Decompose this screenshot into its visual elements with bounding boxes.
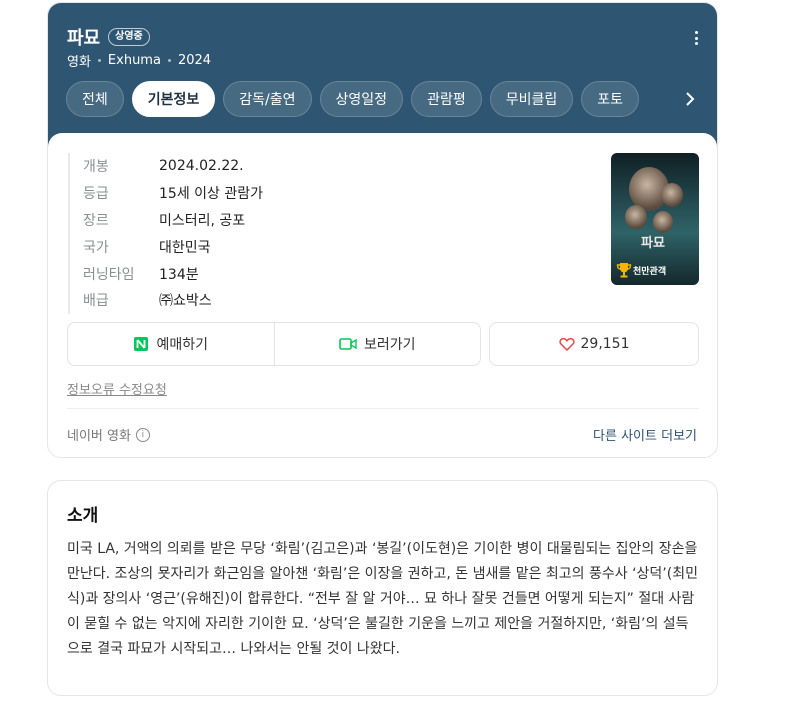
chevron-right-icon	[686, 92, 695, 106]
more-vertical-icon[interactable]	[691, 29, 701, 47]
like-button[interactable]: 29,151	[489, 322, 699, 366]
book-ticket-button[interactable]: 예매하기	[68, 323, 274, 365]
info-key: 국가	[83, 239, 109, 256]
info-row-country: 국가 대한민국	[83, 233, 263, 260]
movie-info-card: 파묘 상영중 영화 Exhuma 2024 전체 기본정보 감독/출연 상영일정…	[47, 2, 718, 458]
tab-basic-info[interactable]: 기본정보	[131, 81, 216, 117]
movie-poster[interactable]: 파묘 천만관객	[611, 153, 699, 285]
info-value: 미스터리, 공포	[159, 212, 246, 229]
movie-meta: 영화 Exhuma 2024	[67, 51, 211, 70]
tab-all[interactable]: 전체	[66, 81, 124, 117]
info-value[interactable]: ㈜쇼박스	[159, 290, 212, 310]
info-key: 러닝타임	[83, 266, 135, 283]
report-error-link[interactable]: 정보오류 수정요청	[67, 379, 167, 398]
trophy-icon	[616, 263, 632, 278]
info-value: 대한민국	[159, 239, 211, 256]
info-row-distributor: 배급 ㈜쇼박스	[83, 287, 263, 314]
watch-label: 보러가기	[363, 337, 416, 353]
like-count: 29,151	[580, 336, 630, 352]
status-badge: 상영중	[108, 28, 150, 46]
source-name: 네이버 영화	[67, 429, 131, 444]
award-badge: 천만관객	[615, 261, 666, 279]
tab-schedule[interactable]: 상영일정	[319, 81, 404, 117]
poster-figure	[661, 183, 683, 207]
tab-director-cast[interactable]: 감독/출연	[223, 81, 312, 117]
title-row: 파묘 상영중	[67, 24, 150, 50]
tab-reviews[interactable]: 관람평	[411, 81, 482, 117]
book-label: 예매하기	[156, 337, 209, 353]
info-key: 개봉	[83, 159, 109, 176]
info-value: 15세 이상 관람가	[159, 186, 263, 203]
dot-separator	[167, 59, 171, 62]
action-buttons: 예매하기 보러가기	[67, 322, 481, 366]
other-sites-link[interactable]: 다른 사이트 더보기	[593, 425, 697, 444]
video-camera-icon	[339, 338, 357, 350]
meta-english-title: Exhuma	[107, 53, 161, 68]
info-row-genre: 장르 미스터리, 공포	[83, 207, 263, 234]
poster-title: 파묘	[641, 236, 665, 251]
info-list: 개봉 2024.02.22. 등급 15세 이상 관람가 장르 미스터리, 공포…	[68, 153, 263, 314]
info-key: 장르	[83, 212, 109, 229]
tabs-next-button[interactable]	[663, 81, 717, 117]
tab-movie-clips[interactable]: 무비클립	[489, 81, 574, 117]
meta-year: 2024	[177, 53, 212, 68]
movie-header: 파묘 상영중 영화 Exhuma 2024 전체 기본정보 감독/출연 상영일정…	[48, 3, 717, 153]
info-icon[interactable]: i	[135, 427, 150, 442]
naver-n-icon	[134, 337, 149, 351]
info-key: 등급	[83, 186, 109, 203]
source-label: 네이버 영화 i	[67, 425, 150, 444]
heart-icon	[558, 337, 575, 351]
poster-figure	[653, 211, 673, 233]
info-value: 2024.02.22.	[159, 158, 244, 175]
intro-title: 소개	[67, 506, 99, 526]
info-row-runtime: 러닝타임 134분	[83, 260, 263, 287]
meta-type: 영화	[67, 55, 91, 70]
intro-card: 소개 미국 LA, 거액의 의뢰를 받은 무당 ‘화림’(김고은)과 ‘봉길’(…	[47, 480, 718, 696]
dot-separator	[97, 59, 101, 62]
movie-title[interactable]: 파묘	[67, 24, 100, 50]
divider	[67, 408, 699, 409]
tab-bar: 전체 기본정보 감독/출연 상영일정 관람평 무비클립 포토	[66, 81, 647, 117]
info-value: 134분	[159, 266, 199, 283]
award-label: 천만관객	[633, 266, 667, 277]
intro-text: 미국 LA, 거액의 의뢰를 받은 무당 ‘화림’(김고은)과 ‘봉길’(이도현…	[67, 541, 698, 657]
tab-photos[interactable]: 포토	[581, 81, 640, 117]
info-key: 배급	[83, 293, 109, 310]
poster-figure	[625, 205, 647, 229]
info-row-release: 개봉 2024.02.22.	[83, 153, 263, 180]
info-row-rating: 등급 15세 이상 관람가	[83, 180, 263, 207]
watch-button[interactable]: 보러가기	[273, 323, 481, 365]
info-body: 개봉 2024.02.22. 등급 15세 이상 관람가 장르 미스터리, 공포…	[48, 133, 717, 457]
